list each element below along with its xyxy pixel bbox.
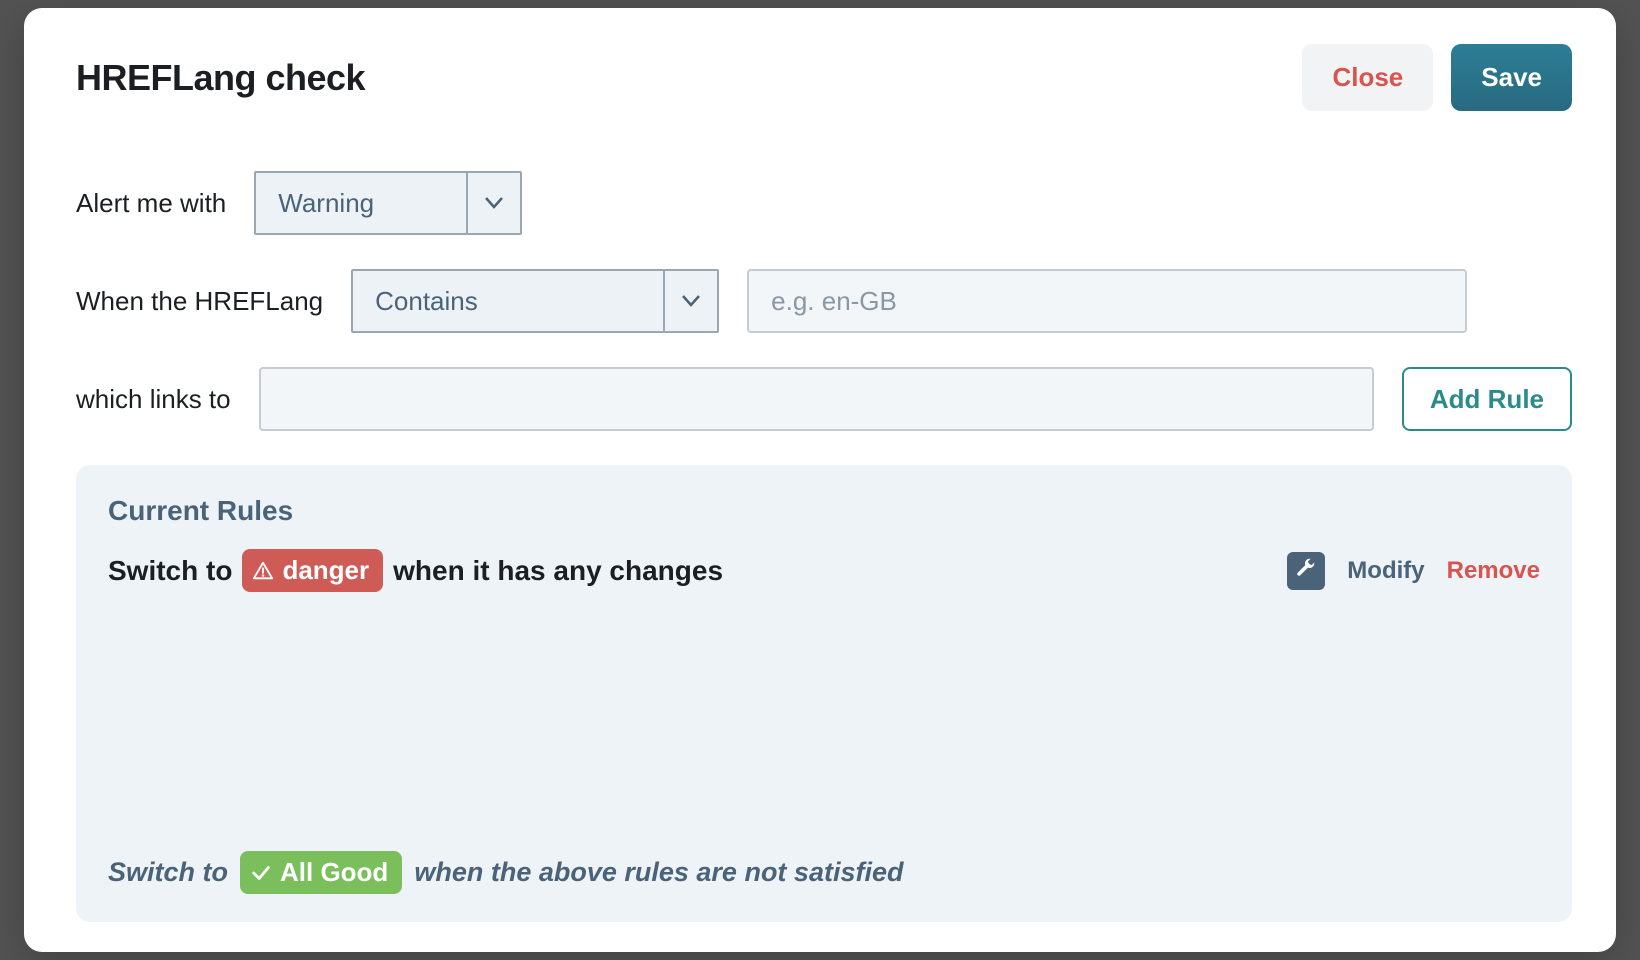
fallback-rule: Switch to All Good when the above rules …: [108, 851, 1540, 894]
when-label: When the HREFLang: [76, 286, 323, 317]
close-button[interactable]: Close: [1302, 44, 1433, 111]
check-icon: [250, 862, 272, 884]
alert-level-caret: [466, 173, 520, 233]
current-rules-title: Current Rules: [108, 495, 1540, 527]
condition-row: When the HREFLang Contains: [76, 269, 1572, 333]
all-good-badge: All Good: [240, 851, 402, 894]
chevron-down-icon: [682, 295, 700, 307]
hreflang-check-modal: HREFLang check Close Save Alert me with …: [24, 8, 1616, 952]
modify-link[interactable]: Modify: [1347, 557, 1424, 585]
alert-row: Alert me with Warning: [76, 171, 1572, 235]
condition-select[interactable]: Contains: [351, 269, 719, 333]
wrench-icon: [1295, 557, 1317, 584]
condition-value: Contains: [353, 271, 663, 331]
fallback-prefix: Switch to: [108, 857, 228, 888]
current-rules-panel: Current Rules Switch to danger when it h…: [76, 465, 1572, 922]
hreflang-value-input[interactable]: [747, 269, 1467, 333]
chevron-down-icon: [485, 197, 503, 209]
remove-link[interactable]: Remove: [1447, 557, 1540, 585]
modify-icon-button[interactable]: [1287, 552, 1325, 590]
modal-title: HREFLang check: [76, 57, 365, 99]
rule-suffix: when it has any changes: [393, 555, 723, 587]
alert-label: Alert me with: [76, 188, 226, 219]
add-rule-button[interactable]: Add Rule: [1402, 367, 1572, 431]
danger-badge-label: danger: [282, 555, 369, 586]
condition-caret: [663, 271, 717, 331]
modal-header: HREFLang check Close Save: [76, 44, 1572, 111]
all-good-badge-label: All Good: [280, 857, 388, 888]
alert-level-select[interactable]: Warning: [254, 171, 522, 235]
links-label: which links to: [76, 384, 231, 415]
fallback-suffix: when the above rules are not satisfied: [414, 857, 903, 888]
save-button[interactable]: Save: [1451, 44, 1572, 111]
links-row: which links to Add Rule: [76, 367, 1572, 431]
rule-prefix: Switch to: [108, 555, 232, 587]
danger-badge: danger: [242, 549, 383, 592]
warning-triangle-icon: [252, 560, 274, 582]
rule-actions: Modify Remove: [1287, 552, 1540, 590]
rule-row: Switch to danger when it has any changes…: [108, 549, 1540, 592]
header-actions: Close Save: [1302, 44, 1572, 111]
rule-description: Switch to danger when it has any changes: [108, 549, 723, 592]
links-to-input[interactable]: [259, 367, 1374, 431]
alert-level-value: Warning: [256, 173, 466, 233]
